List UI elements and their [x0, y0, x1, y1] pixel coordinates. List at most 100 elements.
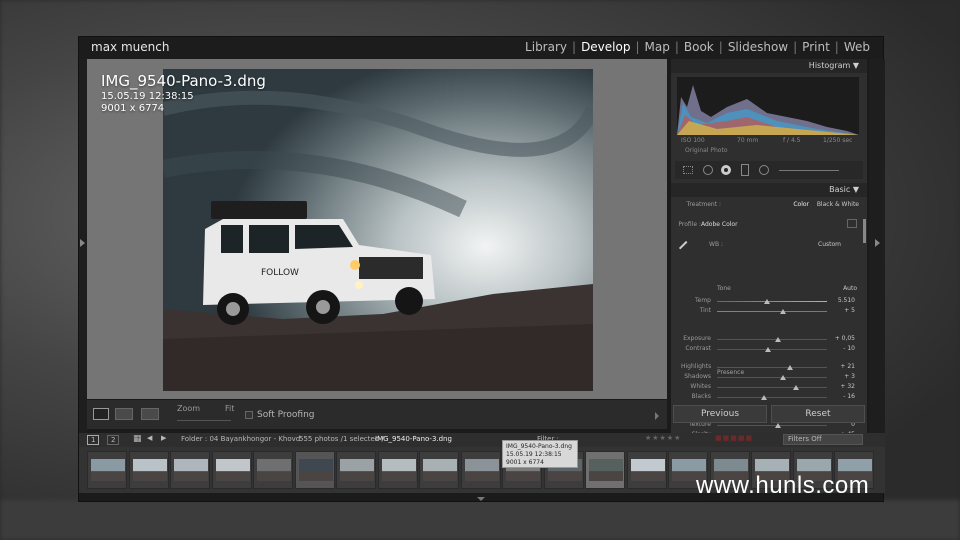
- module-library[interactable]: Library: [520, 40, 572, 54]
- module-web[interactable]: Web: [839, 40, 875, 54]
- forward-arrow-icon[interactable]: ▶: [161, 434, 166, 442]
- slider-value-4[interactable]: + 21: [829, 363, 855, 370]
- film-thumbnail[interactable]: [419, 451, 459, 489]
- grid-view-icon[interactable]: ▦: [133, 434, 142, 444]
- screen-1-button[interactable]: 1: [87, 435, 100, 445]
- slider-knob-1[interactable]: [780, 309, 786, 314]
- tool-strip: [675, 161, 863, 179]
- module-book[interactable]: Book: [679, 40, 719, 54]
- expand-left-panel-icon[interactable]: [80, 239, 85, 247]
- histogram-header[interactable]: Histogram ▼: [671, 59, 867, 73]
- treatment-bw[interactable]: Black & White: [811, 201, 859, 208]
- film-thumbnail[interactable]: [128, 451, 169, 489]
- film-thumbnail[interactable]: [585, 451, 625, 489]
- film-thumbnail[interactable]: [336, 451, 376, 489]
- slider-knob-0[interactable]: [763, 299, 770, 304]
- slider-label-2: Exposure: [683, 335, 711, 342]
- graduated-filter-icon[interactable]: [741, 164, 749, 176]
- slider-knob-8[interactable]: [774, 423, 781, 428]
- slider-track-4[interactable]: [717, 367, 827, 368]
- slider-value-2[interactable]: + 0,05: [829, 335, 855, 342]
- brush-slider[interactable]: [779, 170, 839, 171]
- film-thumbnail[interactable]: [294, 451, 335, 489]
- main-photo[interactable]: FOLLOW: [163, 69, 593, 391]
- slider-value-5[interactable]: + 3: [829, 373, 855, 380]
- filters-off-dropdown[interactable]: Filters Off: [783, 434, 863, 445]
- folder-path[interactable]: Folder : 04 Bayankhongor - Khovd: [181, 435, 300, 443]
- lightroom-window: max muench Library | Develop | Map | Book | …: [78, 36, 885, 502]
- film-thumbnail[interactable]: [460, 451, 501, 489]
- module-develop[interactable]: Develop: [576, 40, 635, 54]
- slider-track-5[interactable]: [717, 377, 827, 378]
- slider-knob-6[interactable]: [793, 385, 800, 390]
- wb-eyedropper-icon[interactable]: [678, 240, 694, 256]
- slider-knob-5[interactable]: [780, 375, 786, 380]
- image-view[interactable]: FOLLOW IMG_9540-Pano-3.dng 15.05.19 12:3…: [87, 59, 667, 399]
- film-thumbnail[interactable]: [377, 451, 418, 489]
- red-eye-icon[interactable]: [721, 165, 731, 175]
- slider-value-1[interactable]: + 5: [829, 307, 855, 314]
- toolbar: Zoom Fit Soft Proofing: [87, 399, 667, 429]
- film-thumbnail[interactable]: [626, 451, 667, 489]
- crop-tool-icon[interactable]: [683, 166, 693, 174]
- soft-proofing-checkbox[interactable]: [245, 411, 253, 419]
- slider-knob-2[interactable]: [774, 337, 781, 342]
- module-print[interactable]: Print: [797, 40, 835, 54]
- slider-label-1: Tint: [699, 307, 711, 314]
- profile-browser-icon[interactable]: [847, 219, 857, 228]
- slider-track-6[interactable]: [717, 387, 827, 388]
- before-after-button[interactable]: [115, 408, 133, 420]
- thumbnail-image: [257, 459, 291, 481]
- left-panel-collapsed[interactable]: [79, 59, 87, 433]
- radial-filter-icon[interactable]: [759, 165, 769, 175]
- thumbnail-image: [381, 459, 416, 481]
- compare-button[interactable]: [141, 408, 159, 420]
- identity-plate: max muench: [91, 40, 170, 54]
- collapse-right-panel-icon[interactable]: [875, 239, 880, 247]
- right-panel-edge[interactable]: [869, 59, 885, 433]
- slider-value-6[interactable]: + 32: [829, 383, 855, 390]
- thumbnail-image: [91, 459, 125, 481]
- slider-track-1[interactable]: [717, 311, 827, 312]
- profile-value[interactable]: Adobe Color: [701, 221, 761, 228]
- slider-track-8[interactable]: [717, 425, 827, 426]
- thumbnail-image: [215, 459, 250, 481]
- spot-removal-icon[interactable]: [703, 165, 713, 175]
- slider-knob-7[interactable]: [761, 395, 768, 400]
- film-thumbnail[interactable]: [87, 451, 127, 489]
- film-thumbnail[interactable]: [170, 451, 210, 489]
- info-dimensions: 9001 x 6774: [101, 103, 165, 114]
- film-thumbnail[interactable]: [211, 451, 252, 489]
- slider-value-0[interactable]: 5.510: [829, 297, 855, 304]
- loupe-view-button[interactable]: [93, 408, 109, 420]
- slider-knob-4[interactable]: [786, 365, 793, 370]
- slider-knob-3[interactable]: [764, 347, 771, 352]
- slider-track-7[interactable]: [717, 397, 827, 398]
- reset-button[interactable]: Reset: [771, 405, 865, 423]
- module-map[interactable]: Map: [640, 40, 675, 54]
- collapse-filmstrip-icon[interactable]: [477, 497, 485, 501]
- color-label-filter[interactable]: ■■■■■: [715, 434, 753, 442]
- module-slideshow[interactable]: Slideshow: [723, 40, 793, 54]
- rating-filter-stars[interactable]: ★★★★★: [645, 434, 681, 442]
- tone-auto-button[interactable]: Auto: [831, 285, 857, 292]
- zoom-slider[interactable]: [177, 420, 231, 421]
- film-thumbnail[interactable]: [253, 451, 293, 489]
- slider-track-0[interactable]: [717, 301, 827, 302]
- slider-track-2[interactable]: [717, 339, 827, 340]
- slider-value-3[interactable]: - 10: [829, 345, 855, 352]
- soft-proofing-label: Soft Proofing: [257, 410, 315, 420]
- photo-info-overlay: IMG_9540-Pano-3.dng 15.05.19 12:38:15 90…: [101, 71, 266, 115]
- thumbnail-image: [174, 459, 208, 481]
- wb-value[interactable]: Custom: [801, 241, 841, 248]
- selected-filename[interactable]: IMG_9540-Pano-3.dng: [375, 435, 452, 443]
- treatment-color[interactable]: Color: [783, 201, 809, 208]
- screen-2-button[interactable]: 2: [107, 435, 120, 445]
- panel-scrollbar[interactable]: [863, 219, 866, 243]
- basic-header[interactable]: Basic ▼: [671, 183, 867, 197]
- slider-value-7[interactable]: - 16: [829, 393, 855, 400]
- toolbar-menu-icon[interactable]: [655, 412, 659, 420]
- back-arrow-icon[interactable]: ◀: [147, 434, 152, 442]
- slider-track-3[interactable]: [717, 349, 827, 350]
- previous-button[interactable]: Previous: [673, 405, 767, 423]
